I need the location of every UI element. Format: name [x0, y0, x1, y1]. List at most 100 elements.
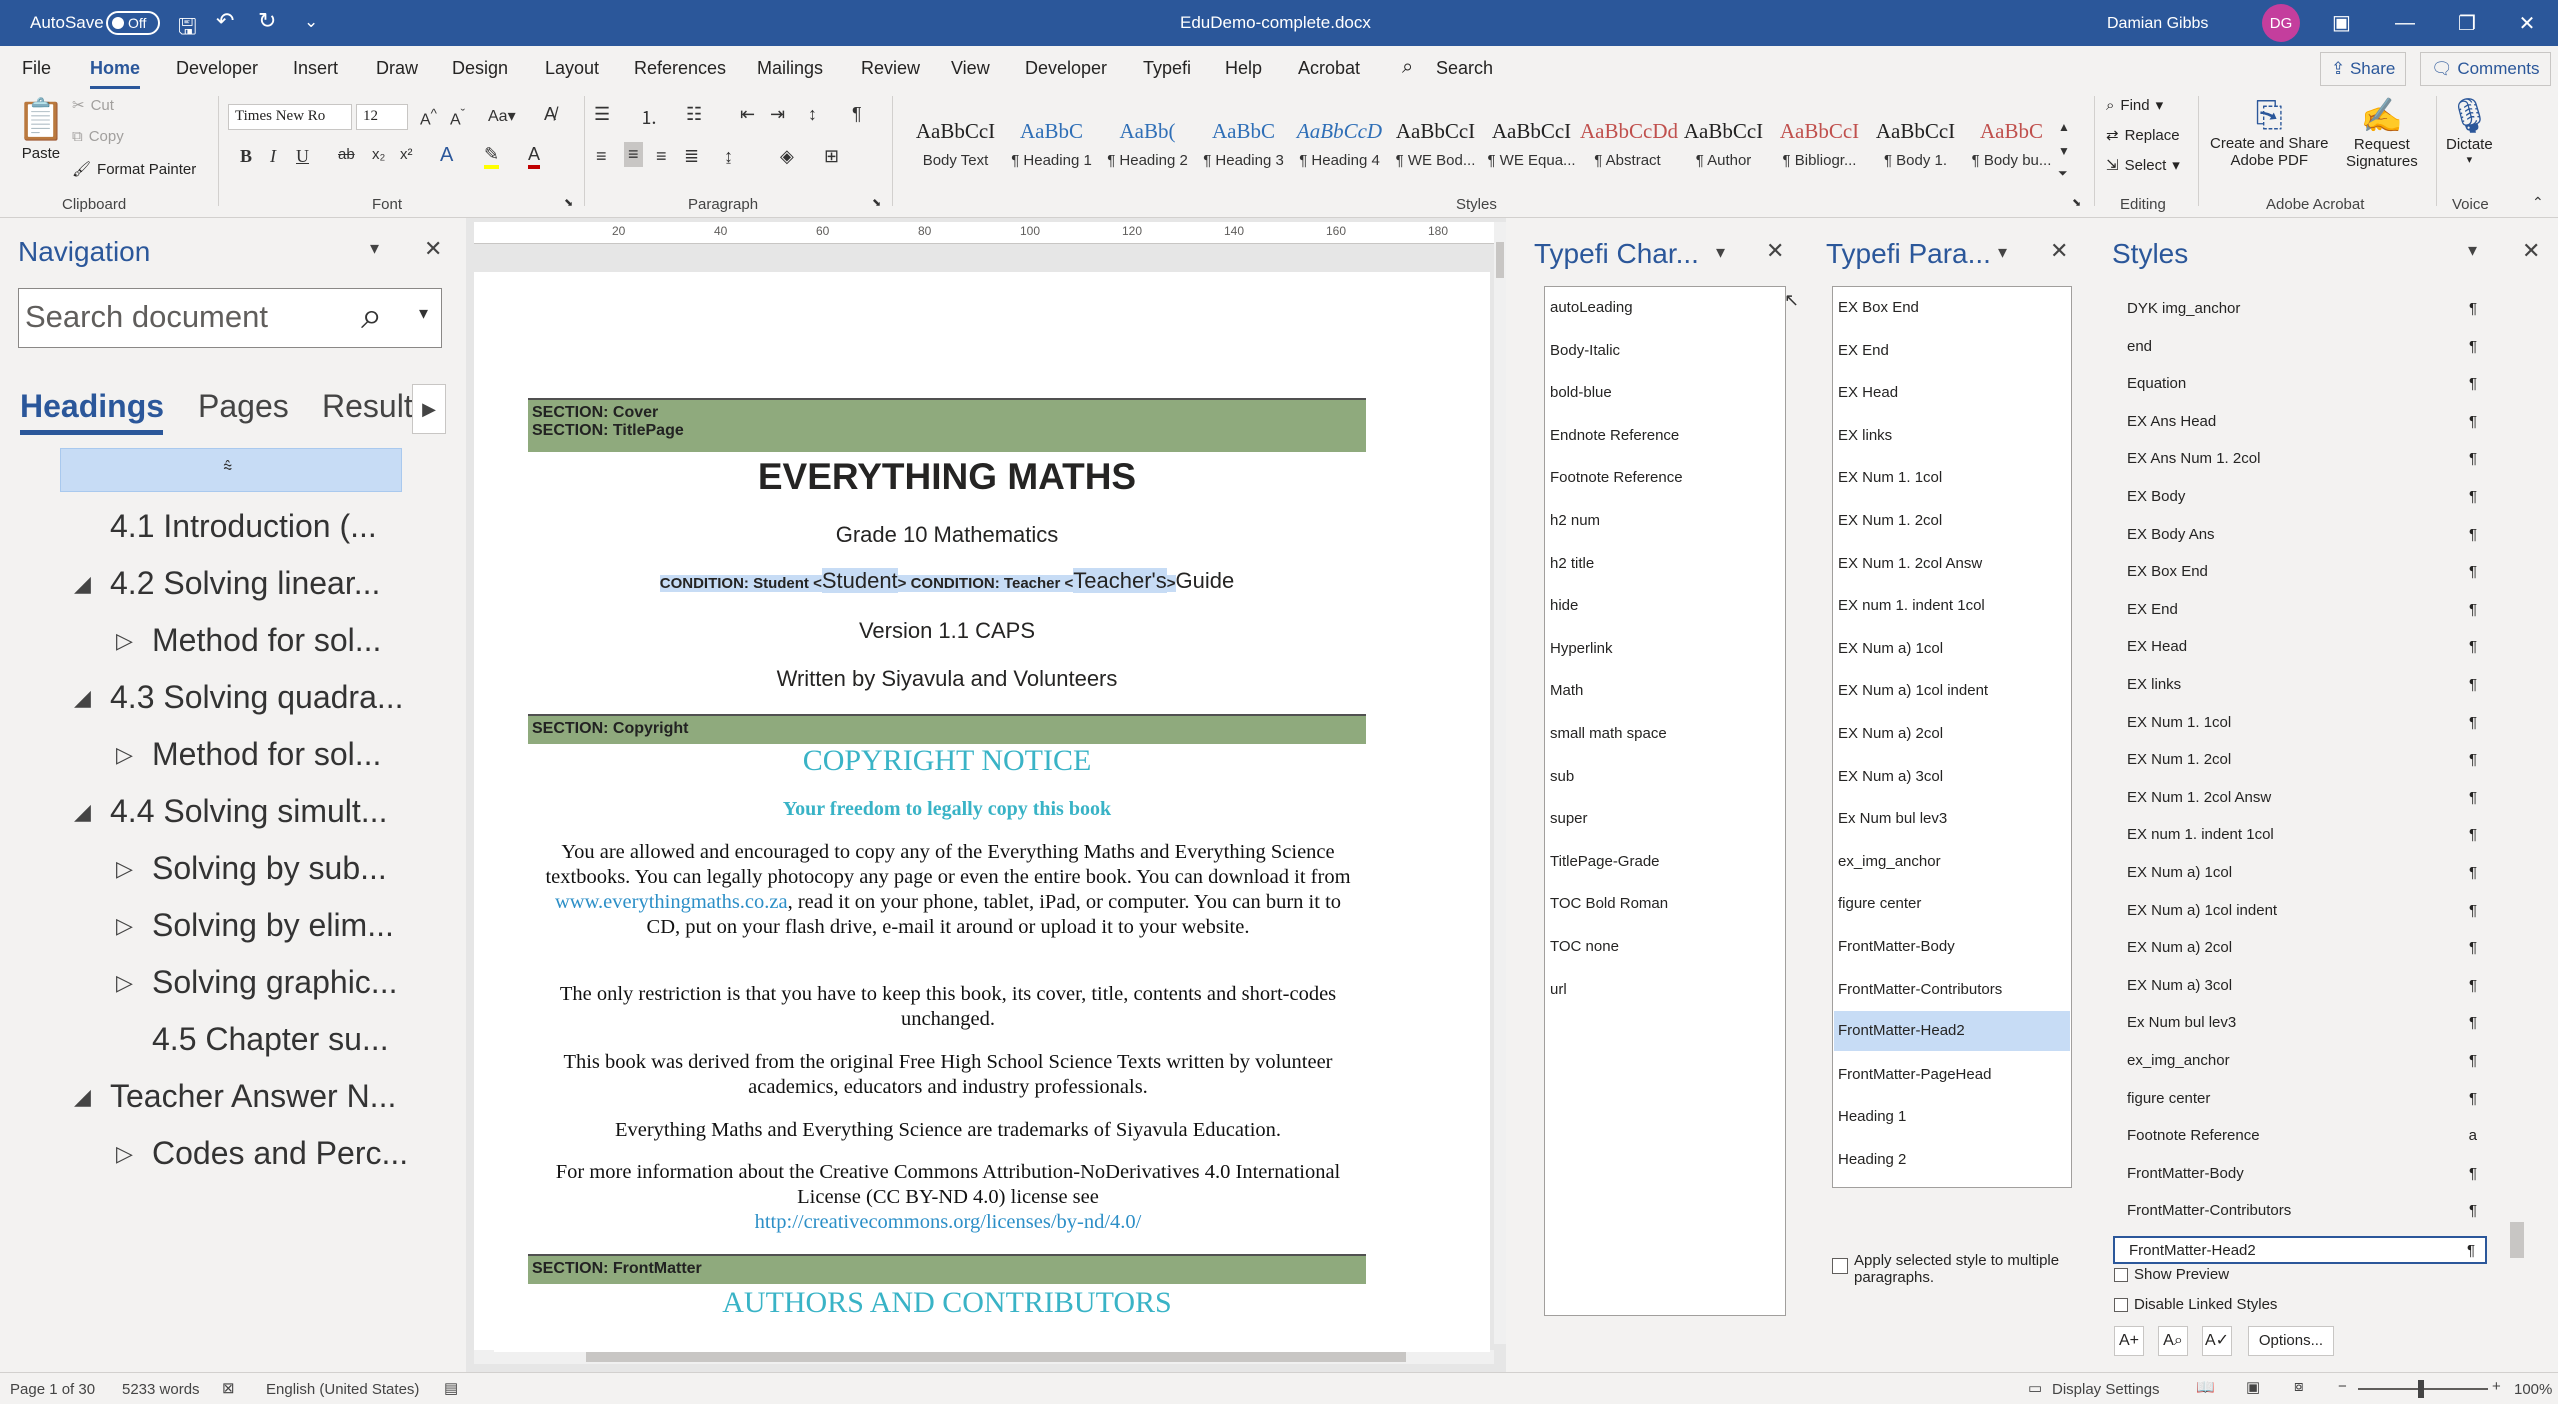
style-row[interactable]: Footnote Reference a — [2113, 1123, 2487, 1151]
heading-item[interactable]: 4.2 Solving linear... — [110, 565, 380, 602]
request-signatures-button[interactable]: ✍ Request Signatures — [2346, 96, 2418, 170]
tab-developer-2[interactable]: Developer — [1025, 58, 1107, 79]
style-row[interactable]: EX Num 1. 2col Answ ¶ — [2113, 785, 2487, 813]
style-gallery-item[interactable]: AaBbCcI ¶ Body 1. — [1868, 110, 1963, 180]
avatar[interactable]: DG — [2262, 4, 2300, 42]
character-style-item[interactable]: h2 title — [1550, 555, 1594, 572]
paragraph-style-item[interactable]: Ex Num bul lev3 — [1838, 810, 1947, 827]
proofing-icon[interactable]: ⊠ — [222, 1379, 235, 1397]
style-row[interactable]: EX Num 1. 1col ¶ — [2113, 710, 2487, 738]
word-count[interactable]: 5233 words — [122, 1381, 200, 1398]
heading-item[interactable]: 4.1 Introduction (... — [110, 508, 377, 545]
shrink-font-icon[interactable]: Aˇ — [450, 106, 465, 129]
tab-mailings[interactable]: Mailings — [757, 58, 823, 79]
style-gallery-item[interactable]: AaBbCcDd ¶ Abstract — [1580, 110, 1678, 180]
tab-insert[interactable]: Insert — [293, 58, 338, 79]
style-gallery-item[interactable]: AaBbCcD ¶ Heading 4 — [1292, 110, 1387, 180]
language[interactable]: English (United States) — [266, 1381, 419, 1398]
paragraph-style-item[interactable]: FrontMatter-Contributors — [1838, 981, 2002, 998]
style-row[interactable]: EX Num a) 1col ¶ — [2113, 860, 2487, 888]
paragraph-style-item[interactable]: Heading 1 — [1838, 1108, 1906, 1125]
style-row[interactable]: EX Ans Head ¶ — [2113, 409, 2487, 437]
font-color-icon[interactable]: A — [528, 144, 541, 169]
style-row[interactable]: Equation ¶ — [2113, 371, 2487, 399]
character-style-item[interactable]: Hyperlink — [1550, 640, 1613, 657]
character-style-item[interactable]: autoLeading — [1550, 299, 1633, 316]
style-gallery-item[interactable]: AaBbCcI ¶ WE Equa... — [1484, 110, 1579, 180]
heading-item[interactable]: Codes and Perc... — [152, 1135, 408, 1172]
paragraph-style-item[interactable]: FrontMatter-Head2 — [1834, 1011, 2070, 1052]
style-row[interactable]: ex_img_anchor ¶ — [2113, 1048, 2487, 1076]
paste-button[interactable]: 📋 Paste — [16, 96, 66, 162]
character-style-item[interactable]: Footnote Reference — [1550, 469, 1683, 486]
justify-icon[interactable]: ≣ — [684, 146, 699, 167]
character-style-item[interactable]: bold-blue — [1550, 384, 1612, 401]
sort-icon[interactable]: ↕ — [808, 104, 817, 125]
tab-references[interactable]: References — [634, 58, 726, 79]
heading-item[interactable]: Method for sol... — [152, 622, 381, 659]
style-gallery-item[interactable]: AaBbCcI ¶ WE Bod... — [1388, 110, 1483, 180]
character-style-item[interactable]: hide — [1550, 597, 1578, 614]
scrollbar-thumb[interactable] — [586, 1352, 1406, 1362]
paragraph-dialog-launcher-icon[interactable]: ⬊ — [872, 196, 881, 209]
tab-file[interactable]: File — [22, 58, 51, 79]
paragraph-style-item[interactable]: EX Num a) 3col — [1838, 768, 1943, 785]
style-row[interactable]: EX Body ¶ — [2113, 484, 2487, 512]
display-settings-icon[interactable]: ▭ — [2028, 1379, 2042, 1397]
horizontal-scrollbar[interactable] — [474, 1350, 1494, 1364]
ribbon-display-icon[interactable]: ▣ — [2332, 10, 2351, 35]
gallery-down-icon[interactable]: ▼ — [2058, 144, 2070, 158]
align-right-icon[interactable]: ≡ — [656, 146, 667, 167]
tab-pages[interactable]: Pages — [198, 388, 289, 425]
character-style-item[interactable]: small math space — [1550, 725, 1667, 742]
style-gallery-item[interactable]: AaBbCcI ¶ Bibliogr... — [1772, 110, 1867, 180]
paragraph-style-item[interactable]: figure center — [1838, 895, 1921, 912]
expand-icon[interactable]: ▷ — [116, 742, 133, 768]
page-count[interactable]: Page 1 of 30 — [10, 1381, 95, 1398]
read-mode-icon[interactable]: 📖 — [2196, 1378, 2215, 1396]
paragraph-style-item[interactable]: EX End — [1838, 342, 1889, 359]
style-row[interactable]: end ¶ — [2113, 334, 2487, 362]
web-layout-icon[interactable]: ⧇ — [2294, 1378, 2304, 1395]
style-inspector-icon[interactable]: A⌕ — [2158, 1326, 2188, 1356]
styles-dialog-launcher-icon[interactable]: ⬊ — [2072, 196, 2081, 209]
format-painter-button[interactable]: 🖌 Format Painter — [72, 160, 196, 179]
restore-icon[interactable]: ❐ — [2436, 0, 2498, 46]
create-pdf-button[interactable]: ⎘ Create and Share Adobe PDF — [2210, 96, 2328, 169]
character-style-item[interactable]: super — [1550, 810, 1588, 827]
italic-icon[interactable]: I — [270, 146, 276, 167]
tab-layout[interactable]: Layout — [545, 58, 599, 79]
options-button[interactable]: Options... — [2248, 1326, 2334, 1356]
track-changes-icon[interactable]: ▤ — [444, 1379, 458, 1397]
character-style-item[interactable]: h2 num — [1550, 512, 1600, 529]
collapse-icon[interactable]: ◢ — [74, 571, 91, 597]
paragraph-style-item[interactable]: EX Num a) 1col — [1838, 640, 1943, 657]
undo-icon[interactable]: ↶ — [216, 8, 234, 34]
cut-button[interactable]: ✂ Cut — [72, 96, 114, 115]
expand-icon[interactable]: ▷ — [116, 913, 133, 939]
font-size-combo[interactable]: 12 — [356, 104, 408, 130]
character-style-item[interactable]: TitlePage-Grade — [1550, 853, 1660, 870]
close-icon[interactable]: ✕ — [1766, 238, 1784, 264]
tab-acrobat[interactable]: Acrobat — [1298, 58, 1360, 79]
subscript-icon[interactable]: x₂ — [372, 146, 385, 163]
pane-options-icon[interactable]: ▾ — [370, 238, 379, 259]
heading-item[interactable]: Solving graphic... — [152, 964, 397, 1001]
close-icon[interactable]: ✕ — [2050, 238, 2068, 264]
align-left-icon[interactable]: ≡ — [596, 146, 607, 167]
scrollbar-thumb[interactable] — [2510, 1222, 2524, 1258]
heading-item[interactable]: Method for sol... — [152, 736, 381, 773]
paragraph-style-item[interactable]: EX Num a) 1col indent — [1838, 682, 1988, 699]
show-marks-icon[interactable]: ¶ — [852, 104, 862, 125]
clear-format-icon[interactable]: A̸ — [544, 104, 556, 125]
character-style-item[interactable]: Math — [1550, 682, 1583, 699]
decrease-indent-icon[interactable]: ⇤ — [740, 104, 755, 125]
style-row[interactable]: EX Num a) 2col ¶ — [2113, 935, 2487, 963]
save-icon[interactable]: 🖫 — [178, 10, 197, 48]
close-icon[interactable]: ✕ — [2496, 0, 2558, 46]
tell-me-search[interactable]: Search — [1436, 58, 1493, 79]
heading-item[interactable]: Solving by sub... — [152, 850, 387, 887]
strikethrough-icon[interactable]: ab — [338, 146, 355, 163]
character-style-item[interactable]: Endnote Reference — [1550, 427, 1679, 444]
paragraph-style-item[interactable]: ex_img_anchor — [1838, 853, 1941, 870]
